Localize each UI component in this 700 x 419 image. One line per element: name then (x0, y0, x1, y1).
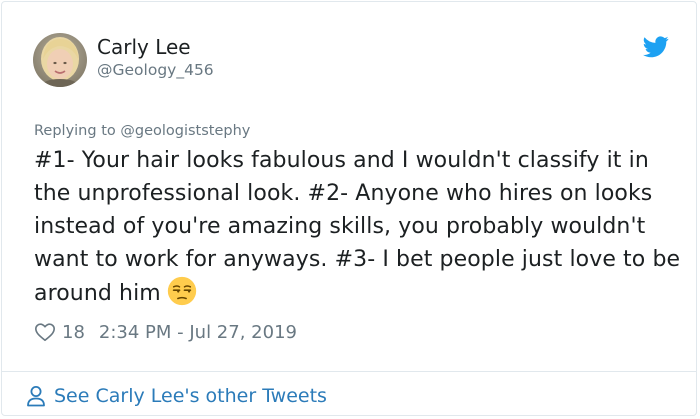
avatar-image (33, 33, 87, 87)
timestamp-link[interactable]: 2:34 PM - Jul 27, 2019 (99, 322, 297, 343)
twitter-bird-icon[interactable] (643, 35, 669, 59)
reply-mention-link[interactable]: @geologiststephy (120, 123, 250, 139)
tweet-text: #1- Your hair looks fabulous and I would… (34, 144, 682, 310)
tweet-body: #1- Your hair looks fabulous and I would… (34, 148, 681, 306)
person-icon (27, 386, 45, 407)
heart-icon[interactable] (34, 321, 56, 343)
see-other-tweets-label: See Carly Lee's other Tweets (54, 385, 327, 407)
divider (2, 371, 696, 372)
reply-context: Replying to @geologiststephy (34, 122, 250, 140)
reply-prefix: Replying to (34, 123, 121, 139)
like-count[interactable]: 18 (62, 322, 85, 343)
unamused-face-icon (167, 276, 197, 306)
author-handle[interactable]: @Geology_456 (97, 60, 214, 80)
avatar[interactable] (33, 33, 87, 87)
tweet-meta: 18 2:34 PM - Jul 27, 2019 (34, 319, 297, 345)
author-name[interactable]: Carly Lee (97, 35, 191, 59)
tweet-card: Carly Lee @Geology_456 Replying to @geol… (1, 1, 697, 416)
see-other-tweets-link[interactable]: See Carly Lee's other Tweets (26, 382, 327, 410)
